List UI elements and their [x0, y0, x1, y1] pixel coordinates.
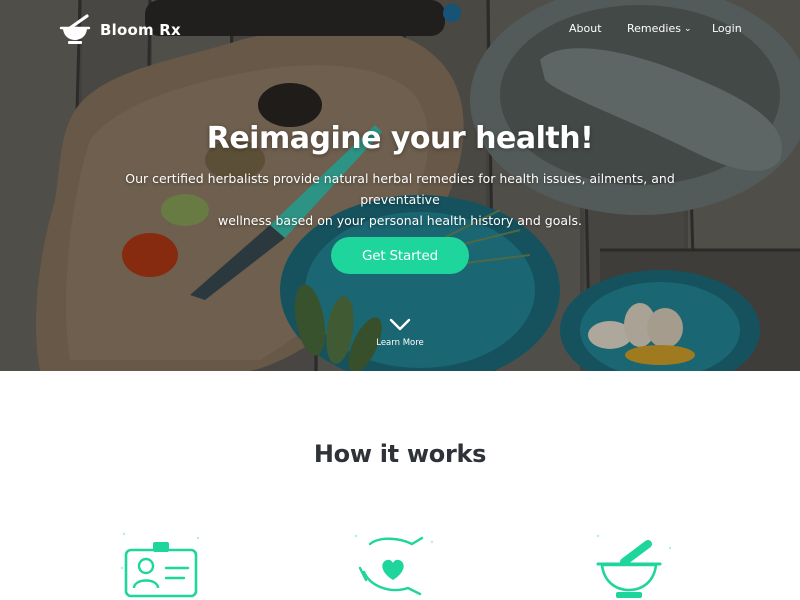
nav-item-remedies-label: Remedies [627, 22, 681, 35]
brand-name: Bloom Rx [100, 21, 181, 39]
hero-title: Reimagine your health! [206, 121, 594, 156]
hero-subtitle-line-2: wellness based on your personal health h… [218, 213, 582, 228]
mortar-pestle-icon [59, 14, 91, 44]
top-navigation: Bloom Rx About Remedies ⌄ Login [0, 0, 800, 60]
nav-item-about[interactable]: About [569, 22, 602, 35]
how-it-works-title: How it works [313, 440, 487, 468]
hands-heart-icon [354, 534, 434, 596]
brand-logo[interactable]: Bloom Rx [58, 14, 181, 46]
mortar-pestle-icon [596, 534, 672, 598]
chevron-down-icon: ⌄ [683, 24, 692, 34]
chevron-down-icon [389, 318, 411, 331]
learn-more-link[interactable]: Learn More [350, 318, 450, 348]
nav-item-login[interactable]: Login [712, 22, 742, 35]
hero-section: Bloom Rx About Remedies ⌄ Login Reimagine… [0, 0, 800, 371]
nav-item-remedies[interactable]: Remedies ⌄ [627, 22, 691, 35]
get-started-button[interactable]: Get Started [331, 237, 469, 274]
learn-more-label: Learn More [376, 338, 424, 348]
id-card-icon [120, 532, 200, 598]
hero-subtitle: Our certified herbalists provide natural… [100, 168, 700, 231]
hero-subtitle-line-1: Our certified herbalists provide natural… [125, 171, 675, 207]
